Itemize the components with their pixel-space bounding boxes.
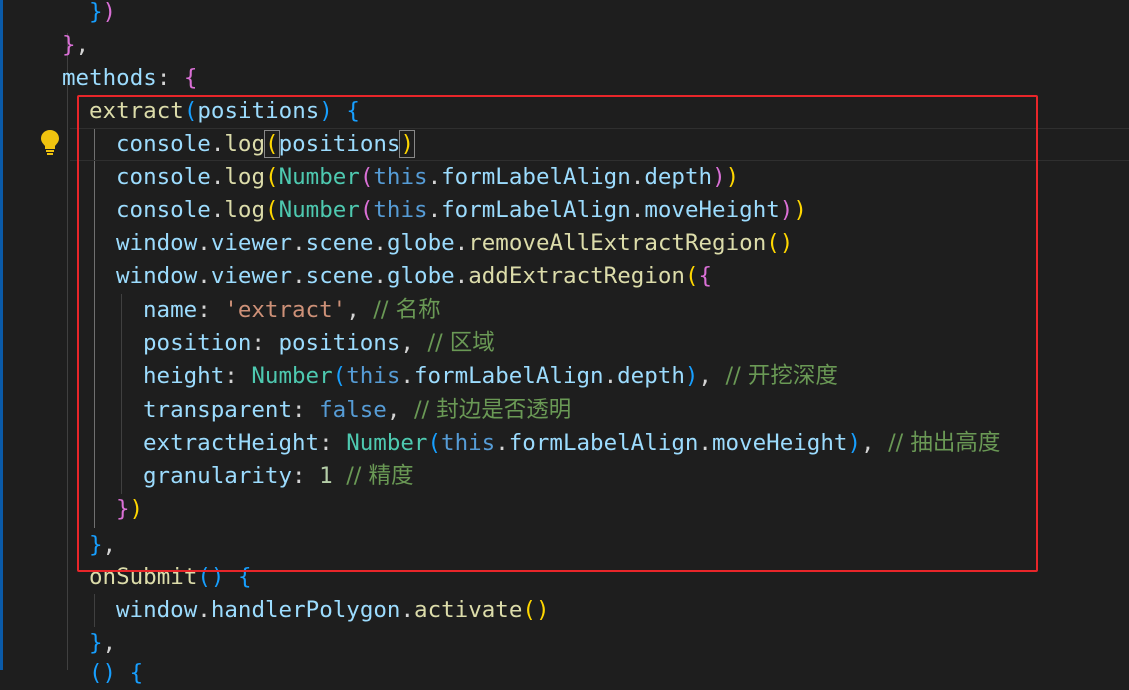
code-line[interactable]: window.handlerPolygon.activate() <box>116 594 550 627</box>
code-line[interactable]: }) <box>89 0 116 29</box>
methods-key: methods <box>62 65 157 91</box>
indent-guide <box>94 594 95 627</box>
code-line[interactable]: }, <box>62 29 89 62</box>
highlight-box <box>77 95 1038 572</box>
lightbulb-icon[interactable] <box>39 128 61 158</box>
indent-guide <box>67 33 68 670</box>
code-editor[interactable]: }) }, methods: { extract(positions) { co… <box>0 0 1129 686</box>
lightbulb-icon-glyph <box>41 130 59 155</box>
code-line-partial[interactable]: () { <box>89 657 143 690</box>
scrollbar-marker <box>0 0 3 670</box>
code-line[interactable]: }, <box>89 627 116 660</box>
code-line[interactable]: methods: { <box>62 62 197 95</box>
